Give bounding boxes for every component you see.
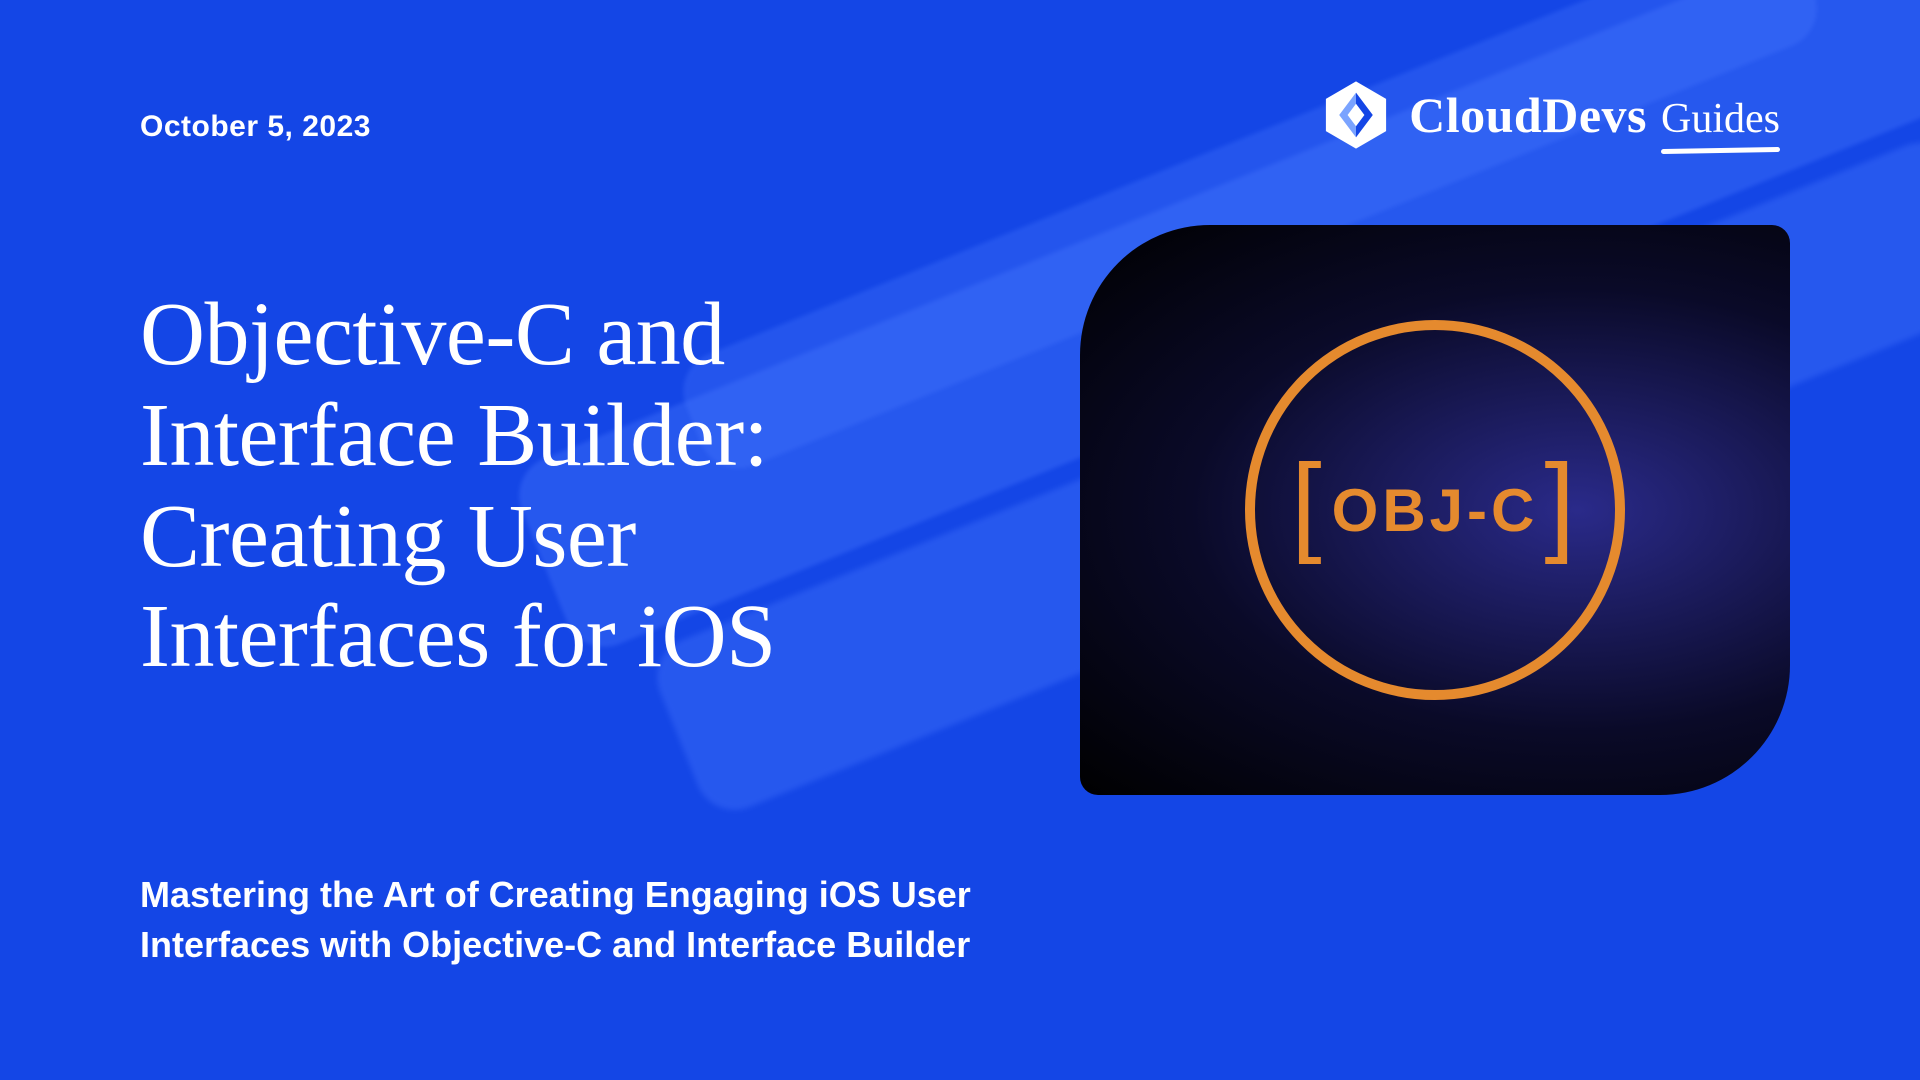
bracket-left-icon: [ <box>1291 471 1326 537</box>
bracket-right-icon: ] <box>1544 471 1579 537</box>
brand-logo-text: CloudDevs Guides <box>1409 86 1780 144</box>
objc-text: OBJ-C <box>1332 476 1539 545</box>
objc-circle-icon: [ OBJ-C ] <box>1245 320 1625 700</box>
brand-name: CloudDevs <box>1409 86 1647 144</box>
objc-badge-card: [ OBJ-C ] <box>1080 225 1790 795</box>
publish-date: October 5, 2023 <box>140 110 371 144</box>
brand-logo: CloudDevs Guides <box>1321 80 1780 150</box>
clouddevs-logo-icon <box>1321 80 1391 150</box>
page-title: Objective-C and Interface Builder: Creat… <box>140 285 980 688</box>
brand-sublabel: Guides <box>1661 95 1780 143</box>
objc-label: [ OBJ-C ] <box>1291 476 1579 545</box>
page-subtitle: Mastering the Art of Creating Engaging i… <box>140 870 1080 971</box>
